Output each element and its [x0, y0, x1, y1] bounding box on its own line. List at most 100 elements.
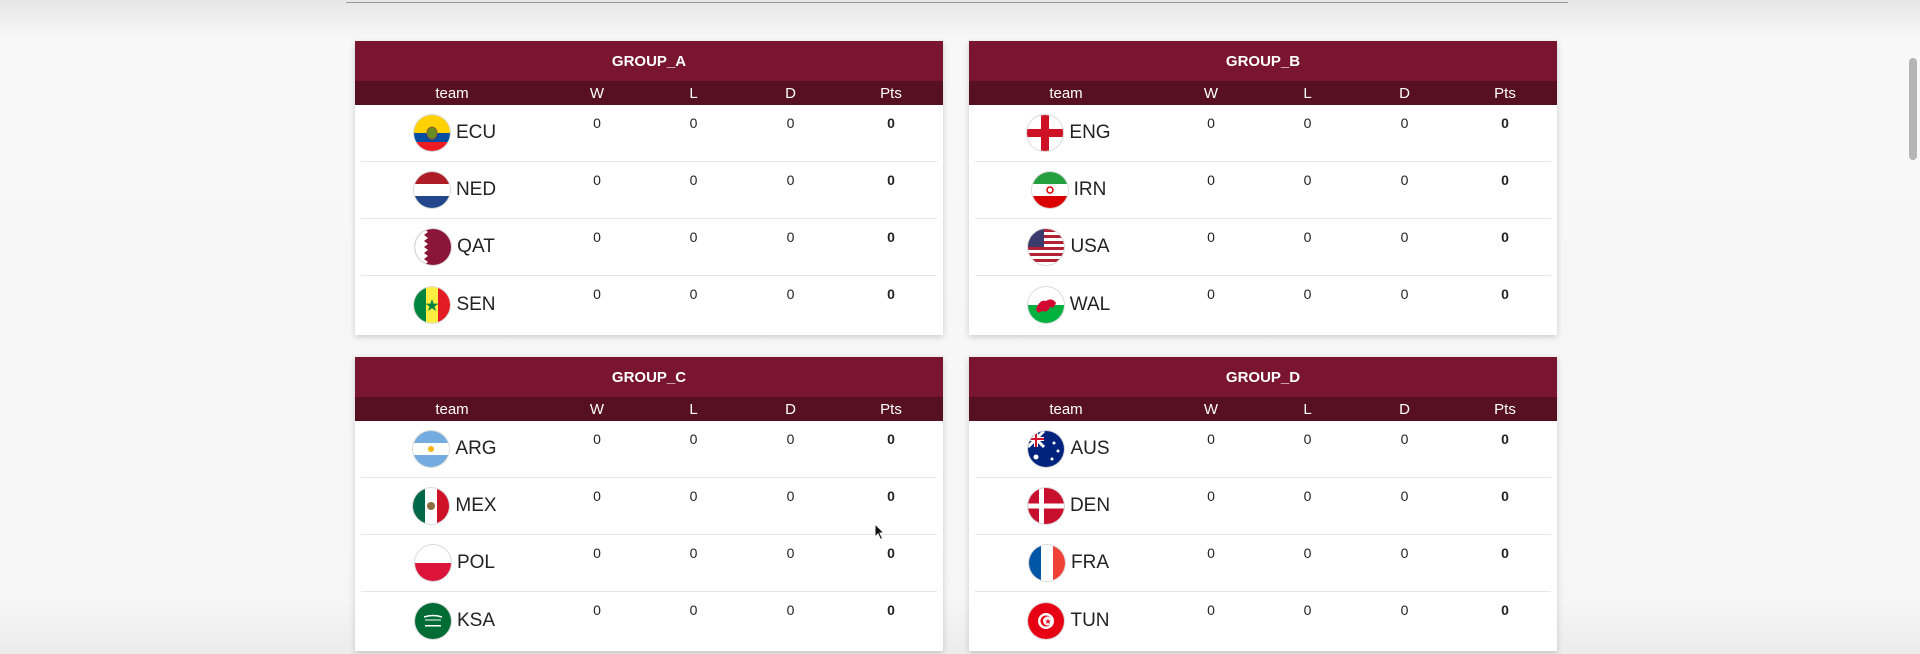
team-cell[interactable]: ARG — [361, 421, 549, 477]
team-code: ARG — [455, 438, 497, 459]
standings-page: GROUP_A team W L D Pts ECU 0 0 0 0 NED 0 0 0 0 QAT… — [0, 0, 1920, 654]
column-team: team — [435, 400, 469, 418]
losses-value: 0 — [689, 431, 698, 447]
team-row-sen[interactable]: SEN 0 0 0 0 — [361, 276, 937, 333]
team-cell[interactable]: QAT — [361, 219, 549, 275]
column-losses: L — [1303, 400, 1312, 418]
wins-value: 0 — [1207, 229, 1215, 245]
points-value: 0 — [887, 602, 895, 618]
team-cell[interactable]: KSA — [361, 592, 549, 649]
group-title: GROUP_D — [969, 357, 1557, 397]
losses-value: 0 — [689, 488, 698, 504]
column-losses: L — [1303, 84, 1312, 102]
team-code: NED — [455, 179, 497, 200]
team-code: QAT — [457, 236, 495, 257]
team-cell[interactable]: DEN — [975, 478, 1163, 534]
column-draws: D — [1399, 84, 1410, 102]
draws-value: 0 — [1400, 545, 1409, 561]
group-card-d: GROUP_D team W L D Pts AUS 0 0 0 0 DEN 0 0 0 0 FRA… — [969, 357, 1557, 651]
team-cell[interactable]: NED — [361, 162, 549, 218]
points-value: 0 — [1501, 431, 1509, 447]
wales-flag-icon — [1027, 286, 1064, 323]
draws-value: 0 — [786, 229, 795, 245]
wins-value: 0 — [593, 229, 601, 245]
draws-value: 0 — [1400, 115, 1409, 131]
team-row-wal[interactable]: WAL 0 0 0 0 — [975, 276, 1551, 333]
team-cell[interactable]: FRA — [975, 535, 1163, 591]
team-code: ECU — [455, 122, 497, 143]
team-row-ecu[interactable]: ECU 0 0 0 0 — [361, 105, 937, 162]
team-code: IRN — [1073, 179, 1107, 200]
column-header-row: team W L D Pts — [969, 397, 1557, 421]
team-cell[interactable]: SEN — [361, 276, 549, 333]
team-row-pol[interactable]: POL 0 0 0 0 — [361, 535, 937, 592]
losses-value: 0 — [1303, 431, 1312, 447]
team-row-ksa[interactable]: KSA 0 0 0 0 — [361, 592, 937, 649]
draws-value: 0 — [786, 545, 795, 561]
losses-value: 0 — [689, 229, 698, 245]
team-cell[interactable]: POL — [361, 535, 549, 591]
team-cell[interactable]: IRN — [975, 162, 1163, 218]
saudi-arabia-flag-icon — [414, 602, 451, 639]
points-value: 0 — [887, 488, 895, 504]
draws-value: 0 — [1400, 286, 1409, 302]
team-row-ned[interactable]: NED 0 0 0 0 — [361, 162, 937, 219]
column-team: team — [1049, 84, 1083, 102]
team-cell[interactable]: WAL — [975, 276, 1163, 333]
team-cell[interactable]: MEX — [361, 478, 549, 534]
column-losses: L — [689, 400, 698, 418]
wins-value: 0 — [1207, 172, 1215, 188]
column-header-row: team W L D Pts — [355, 81, 943, 105]
column-team: team — [435, 84, 469, 102]
scrollbar-thumb[interactable] — [1909, 58, 1917, 160]
team-row-aus[interactable]: AUS 0 0 0 0 — [975, 421, 1551, 478]
groups-grid: GROUP_A team W L D Pts ECU 0 0 0 0 NED 0 0 0 0 QAT… — [355, 41, 1557, 651]
team-row-qat[interactable]: QAT 0 0 0 0 — [361, 219, 937, 276]
column-wins: W — [1203, 84, 1219, 102]
team-row-irn[interactable]: IRN 0 0 0 0 — [975, 162, 1551, 219]
team-code: USA — [1070, 236, 1110, 257]
wins-value: 0 — [593, 172, 601, 188]
team-cell[interactable]: TUN — [975, 592, 1163, 649]
losses-value: 0 — [689, 172, 698, 188]
wins-value: 0 — [593, 115, 601, 131]
team-cell[interactable]: USA — [975, 219, 1163, 275]
team-row-tun[interactable]: TUN 0 0 0 0 — [975, 592, 1551, 649]
team-code: DEN — [1069, 495, 1111, 516]
points-value: 0 — [1501, 172, 1509, 188]
team-code: FRA — [1071, 552, 1109, 573]
team-row-fra[interactable]: FRA 0 0 0 0 — [975, 535, 1551, 592]
wins-value: 0 — [593, 545, 601, 561]
ecuador-flag-icon — [413, 115, 450, 151]
points-value: 0 — [887, 229, 895, 245]
column-draws: D — [785, 84, 796, 102]
wins-value: 0 — [593, 286, 601, 302]
column-team: team — [1049, 400, 1083, 418]
group-title: GROUP_C — [355, 357, 943, 397]
team-cell[interactable]: ENG — [975, 105, 1163, 161]
losses-value: 0 — [1303, 229, 1312, 245]
team-row-den[interactable]: DEN 0 0 0 0 — [975, 478, 1551, 535]
team-row-eng[interactable]: ENG 0 0 0 0 — [975, 105, 1551, 162]
team-code: POL — [456, 552, 496, 573]
wins-value: 0 — [1207, 286, 1215, 302]
team-row-mex[interactable]: MEX 0 0 0 0 — [361, 478, 937, 535]
column-header-row: team W L D Pts — [355, 397, 943, 421]
group-card-b: GROUP_B team W L D Pts ENG 0 0 0 0 IRN 0 0 0 0 USA… — [969, 41, 1557, 335]
losses-value: 0 — [1303, 488, 1312, 504]
wins-value: 0 — [1207, 545, 1215, 561]
column-points: Pts — [880, 400, 902, 418]
column-losses: L — [689, 84, 698, 102]
team-cell[interactable]: AUS — [975, 421, 1163, 477]
team-code: WAL — [1069, 293, 1111, 315]
group-title: GROUP_B — [969, 41, 1557, 81]
team-row-arg[interactable]: ARG 0 0 0 0 — [361, 421, 937, 478]
losses-value: 0 — [689, 286, 698, 302]
netherlands-flag-icon — [413, 172, 450, 208]
draws-value: 0 — [786, 431, 795, 447]
tunisia-flag-icon — [1028, 602, 1065, 639]
team-code: ENG — [1069, 122, 1111, 143]
team-cell[interactable]: ECU — [361, 105, 549, 161]
draws-value: 0 — [786, 602, 795, 618]
team-row-usa[interactable]: USA 0 0 0 0 — [975, 219, 1551, 276]
